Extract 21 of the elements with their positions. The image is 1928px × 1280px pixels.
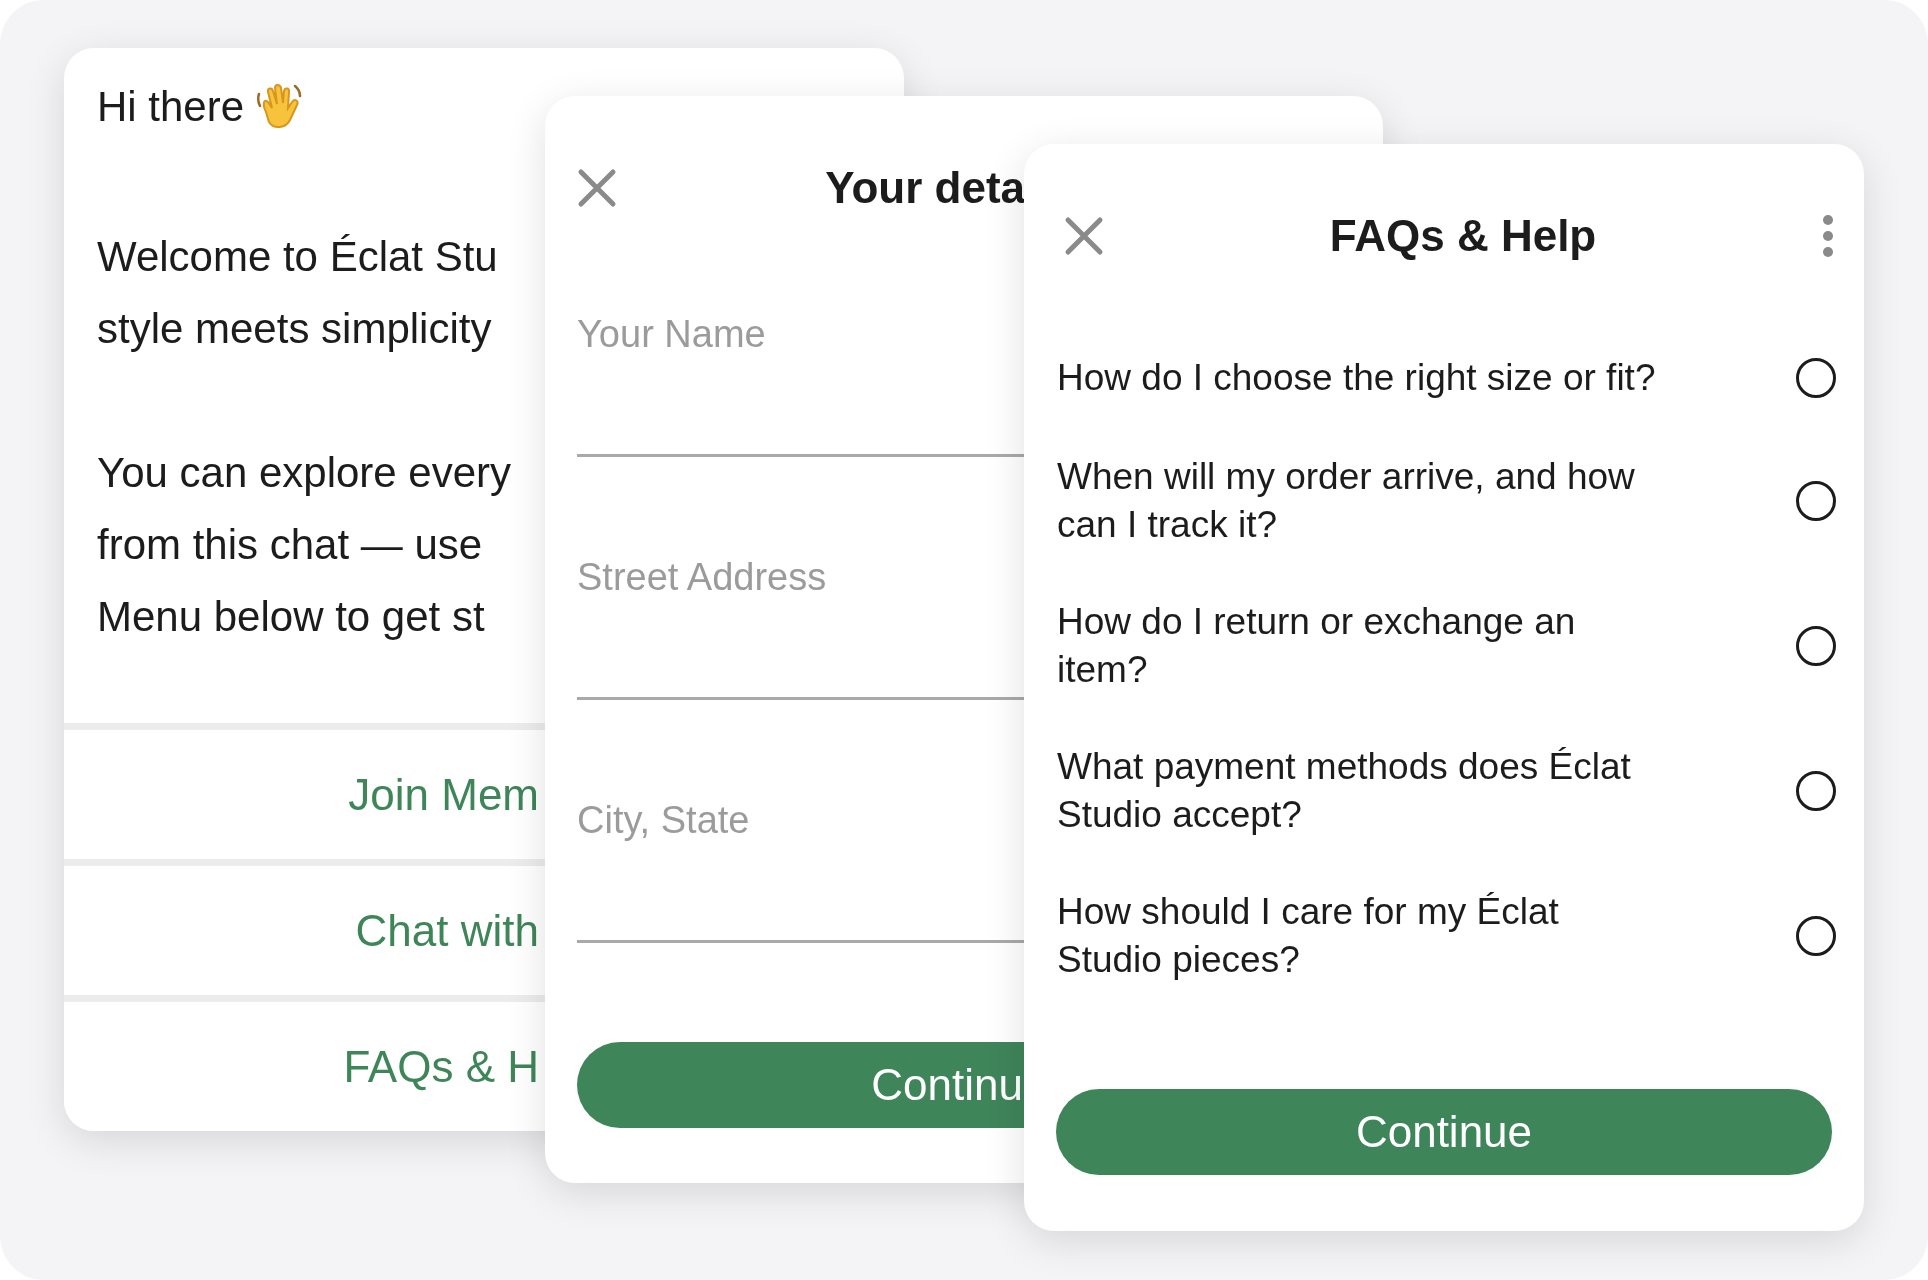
continue-button[interactable]: Continu	[577, 1042, 1025, 1128]
more-menu-icon[interactable]	[1822, 214, 1834, 258]
faq-title: FAQs & Help	[1328, 211, 1598, 261]
radio-button[interactable]	[1796, 625, 1836, 666]
details-title: Your deta	[825, 163, 1025, 213]
continue-button[interactable]: Continue	[1056, 1089, 1832, 1175]
menu-option-button[interactable]: FAQs & H	[64, 1002, 545, 1131]
radio-button[interactable]	[1796, 480, 1836, 521]
faq-question: When will my order arrive, and how can I track it?	[1057, 454, 1635, 547]
close-icon[interactable]	[1064, 216, 1104, 256]
radio-button[interactable]	[1796, 358, 1836, 398]
greeting-text: Hi there	[97, 82, 245, 132]
faq-question: How do I choose the right size or fit?	[1057, 356, 1656, 400]
close-icon[interactable]	[577, 168, 617, 208]
faq-question: How should I care for my Éclat Studio pieces?	[1057, 889, 1559, 982]
welcome-paragraph: You can explore every from this chat — use Menu below to get st	[97, 448, 513, 642]
faq-question: How do I return or exchange an item?	[1057, 599, 1576, 692]
radio-button[interactable]	[1796, 770, 1836, 811]
welcome-paragraph: Welcome to Éclat Stu style meets simplicity	[97, 232, 499, 354]
faq-question: What payment methods does Éclat Studio accept?	[1057, 744, 1631, 837]
radio-button[interactable]	[1796, 915, 1836, 956]
